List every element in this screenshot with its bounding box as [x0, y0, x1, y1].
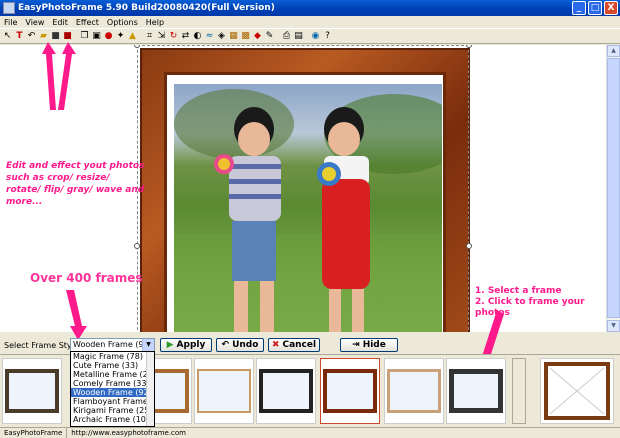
frame-thumbnail[interactable]	[446, 358, 506, 424]
flip-icon[interactable]: ⇄	[180, 31, 191, 42]
undo-label: Undo	[232, 340, 258, 350]
grid-icon[interactable]: ▩	[240, 31, 251, 42]
dropdown-option[interactable]: Metalline Frame (21)	[71, 370, 154, 379]
close-button[interactable]: X	[604, 1, 618, 15]
annotation-edit: Edit and effect yout photos such as crop…	[6, 160, 146, 208]
resize-handle-tr[interactable]	[466, 45, 472, 48]
undo-button[interactable]: ↶ Undo	[216, 338, 264, 352]
hide-icon: ⇥	[352, 340, 360, 350]
color-icon[interactable]: ◆	[252, 31, 263, 42]
dropdown-option-selected[interactable]: Wooden Frame (92)	[71, 388, 154, 397]
annotation-select-line1: 1. Select a frame	[475, 286, 606, 297]
frame-thumbnail[interactable]	[384, 358, 444, 424]
effect-icon[interactable]: ✦	[115, 31, 126, 42]
cancel-label: Cancel	[282, 340, 316, 350]
window-controls: _ □ X	[572, 1, 618, 15]
pointer-icon[interactable]: ↖	[2, 31, 13, 42]
save-as-icon[interactable]: ■	[62, 31, 73, 42]
scroll-thumb[interactable]	[607, 58, 620, 318]
frame-style-select[interactable]: Wooden Frame (92) ▼	[70, 338, 155, 352]
frame-thumbnail-selected[interactable]	[320, 358, 380, 424]
hide-label: Hide	[363, 340, 386, 350]
dropdown-option[interactable]: Archaic Frame (10)	[71, 415, 154, 424]
maximize-button[interactable]: □	[588, 1, 602, 15]
scroll-down-icon[interactable]: ▼	[607, 320, 620, 332]
empty-frame-icon	[544, 362, 610, 420]
resize-handle-mr[interactable]	[466, 243, 472, 249]
menu-options[interactable]: Options	[107, 18, 138, 27]
apply-button[interactable]: ▶ Apply	[160, 338, 212, 352]
menu-help[interactable]: Help	[146, 18, 164, 27]
undo-icon[interactable]: ↶	[26, 31, 37, 42]
hide-button[interactable]: ⇥ Hide	[340, 338, 398, 352]
brush-icon[interactable]: ✎	[264, 31, 275, 42]
frame-style-dropdown[interactable]: Magic Frame (78) Cute Frame (33) Metalli…	[70, 351, 155, 427]
print-preview-icon[interactable]: ▤	[293, 31, 304, 42]
gray-icon[interactable]: ◐	[192, 31, 203, 42]
scroll-up-icon[interactable]: ▲	[607, 45, 620, 57]
dropdown-option[interactable]: Kirigami Frame (25)	[71, 406, 154, 415]
menu-edit[interactable]: Edit	[52, 18, 68, 27]
selection-box[interactable]	[137, 45, 469, 332]
canvas-area[interactable]: Edit and effect yout photos such as crop…	[0, 45, 606, 332]
paste-icon[interactable]: ▣	[91, 31, 102, 42]
chevron-down-icon[interactable]: ▼	[142, 339, 154, 351]
menu-effect[interactable]: Effect	[76, 18, 99, 27]
vertical-scrollbar[interactable]: ▲ ▼	[606, 45, 620, 332]
minimize-button[interactable]: _	[572, 1, 586, 15]
status-app: EasyPhotoFrame	[0, 428, 67, 438]
text-icon[interactable]: T	[14, 31, 25, 42]
frame-thumbnail[interactable]	[256, 358, 316, 424]
wave-icon[interactable]: ≈	[204, 31, 215, 42]
emboss-icon[interactable]: ◈	[216, 31, 227, 42]
rotate-icon[interactable]: ↻	[168, 31, 179, 42]
undo-button-icon: ↶	[222, 340, 230, 350]
cancel-icon: ✖	[272, 340, 280, 350]
annotation-frames: Over 400 frames	[30, 271, 143, 285]
annotation-select: 1. Select a frame 2. Click to frame your…	[475, 286, 606, 319]
strip-scrollbar[interactable]	[512, 358, 526, 424]
capture-icon[interactable]: ●	[103, 31, 114, 42]
title-bar: EasyPhotoFrame 5.90 Build20080420(Full V…	[0, 0, 620, 16]
apply-icon: ▶	[167, 340, 174, 350]
about-icon[interactable]: ?	[322, 31, 333, 42]
dropdown-option[interactable]: Flamboyant Frame (15)	[71, 397, 154, 406]
menu-view[interactable]: View	[25, 18, 44, 27]
frame-style-value: Wooden Frame (92)	[73, 340, 152, 349]
frame-icon[interactable]: ▦	[228, 31, 239, 42]
save-icon[interactable]: ■	[50, 31, 61, 42]
apply-label: Apply	[177, 340, 206, 350]
dropdown-option[interactable]: Comely Frame (33)	[71, 379, 154, 388]
frame-thumbnail-empty[interactable]	[540, 358, 614, 424]
dropdown-option[interactable]: Magic Frame (78)	[71, 352, 154, 361]
menu-file[interactable]: File	[4, 18, 17, 27]
crop-icon[interactable]: ⌗	[144, 31, 155, 42]
print-icon[interactable]: ⎙	[281, 31, 292, 42]
annotation-select-line2: 2. Click to frame your photos	[475, 297, 606, 319]
frame-thumbnail[interactable]	[194, 358, 254, 424]
open-icon[interactable]: ▰	[38, 31, 49, 42]
menu-bar: File View Edit Effect Options Help	[0, 16, 620, 28]
resize-handle-ml[interactable]	[134, 243, 140, 249]
frame-thumbnail[interactable]	[2, 358, 62, 424]
status-url: http://www.easyphotoframe.com	[67, 428, 190, 438]
status-bar: EasyPhotoFrame http://www.easyphotoframe…	[0, 427, 620, 438]
dropdown-scrollbar[interactable]	[146, 352, 154, 427]
window-title: EasyPhotoFrame 5.90 Build20080420(Full V…	[18, 3, 275, 13]
image-icon[interactable]: ▲	[127, 31, 138, 42]
copy-icon[interactable]: ❐	[79, 31, 90, 42]
app-icon	[3, 2, 15, 14]
toolbar: ↖ T ↶ ▰ ■ ■ ❐ ▣ ● ✦ ▲ ⌗ ⇲ ↻ ⇄ ◐ ≈ ◈ ▦ ▩ …	[0, 28, 620, 44]
dropdown-option[interactable]: Cute Frame (33)	[71, 361, 154, 370]
cancel-button[interactable]: ✖ Cancel	[268, 338, 320, 352]
resize-icon[interactable]: ⇲	[156, 31, 167, 42]
web-icon[interactable]: ◉	[310, 31, 321, 42]
